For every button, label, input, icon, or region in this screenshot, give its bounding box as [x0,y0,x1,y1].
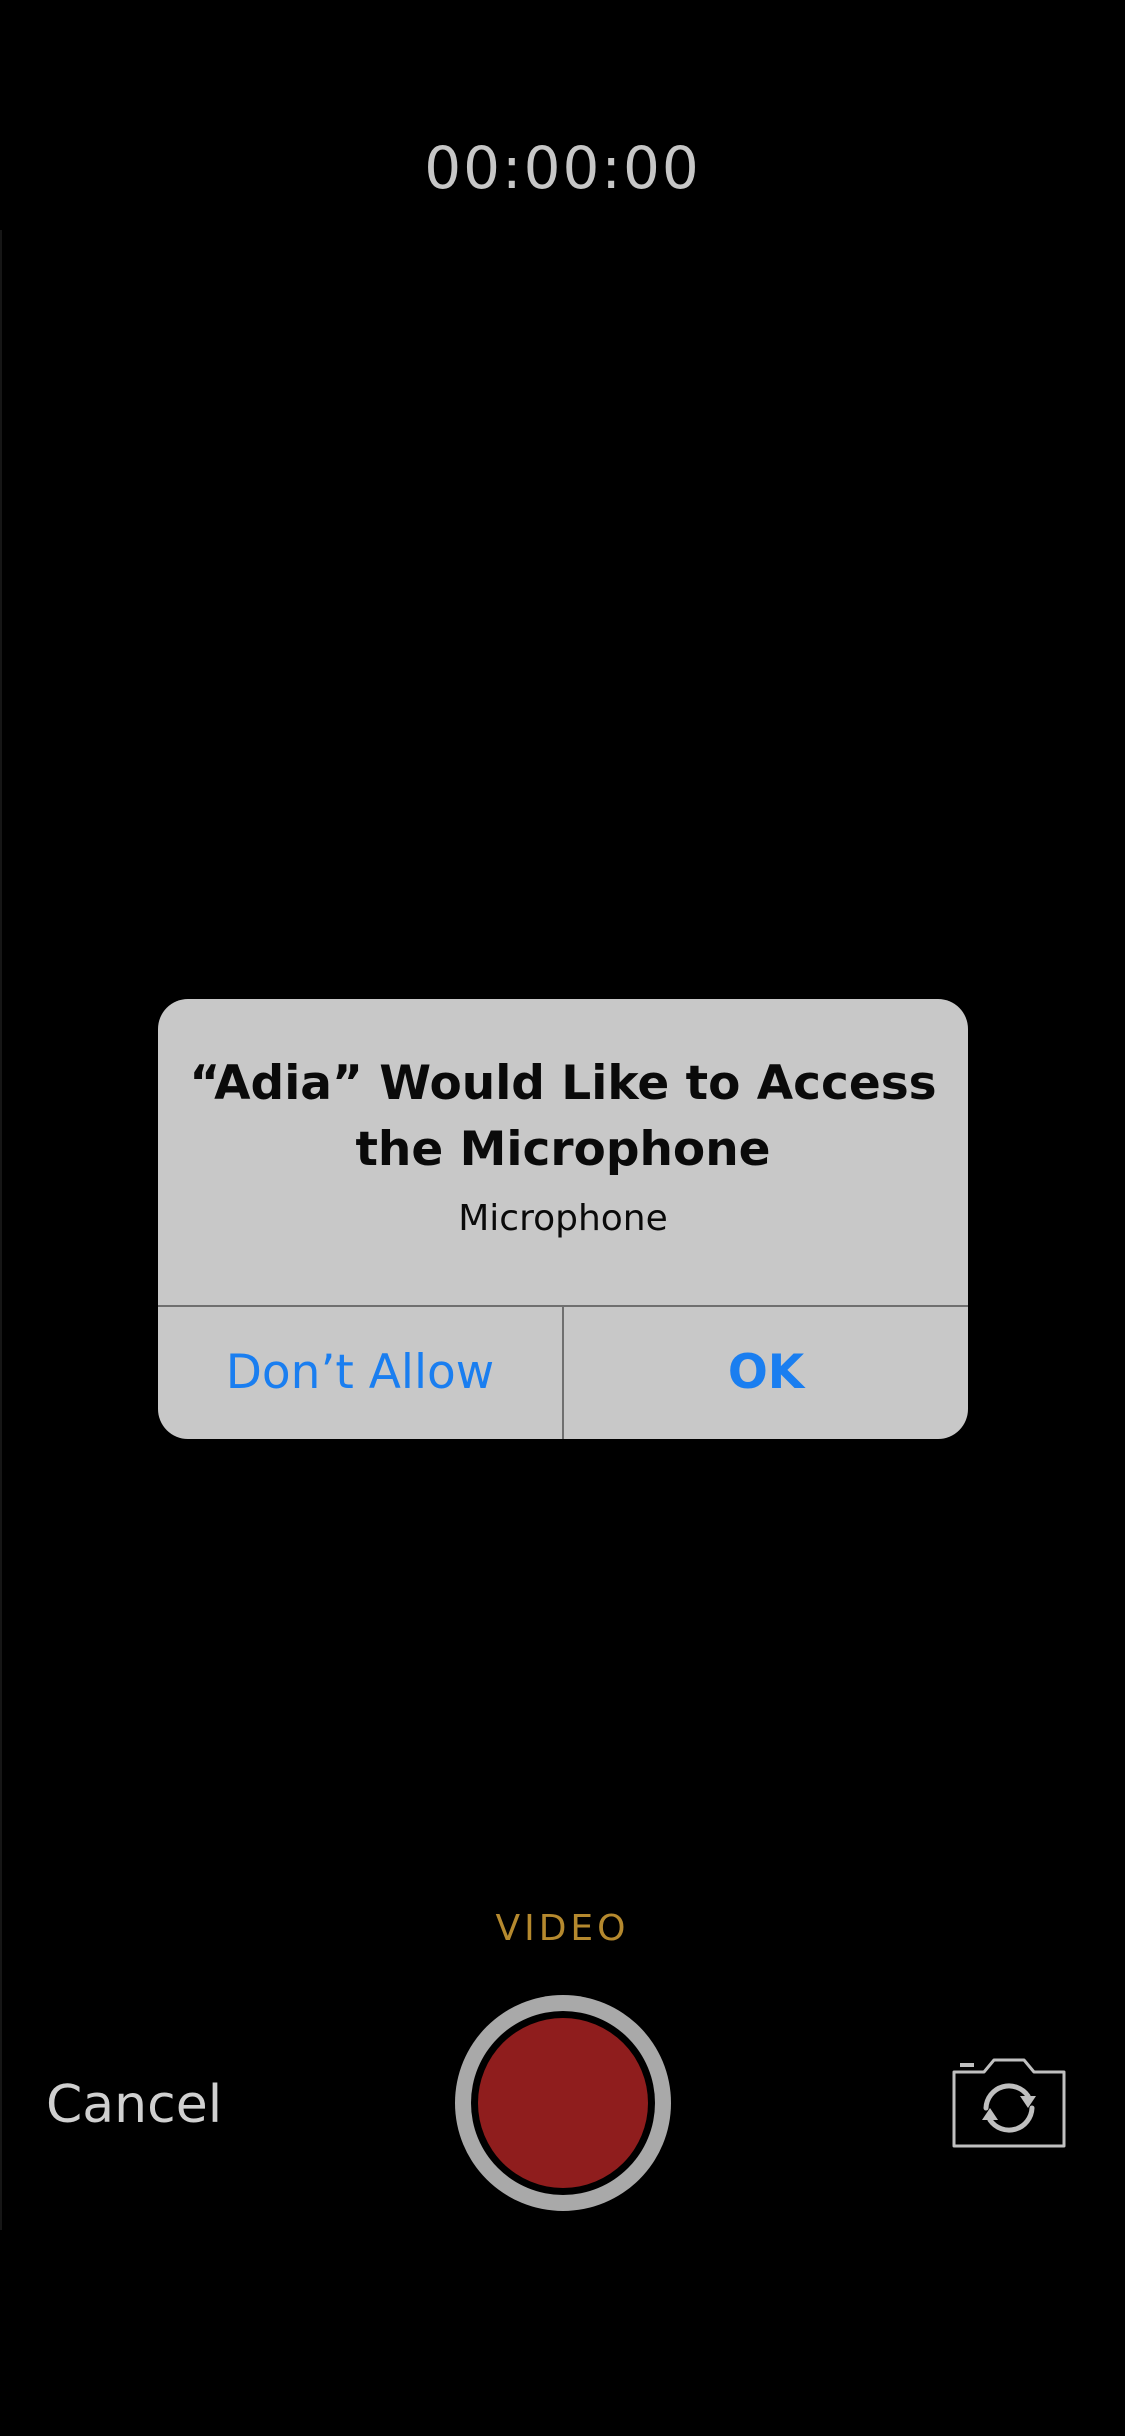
microphone-permission-alert: “Adia” Would Like to Access the Micropho… [158,999,968,1439]
recording-timer: 00:00:00 [424,134,701,202]
alert-title: “Adia” Would Like to Access the Micropho… [189,1056,937,1177]
record-button-ring [471,2011,655,2195]
dont-allow-button[interactable]: Don’t Allow [158,1307,562,1439]
cancel-button[interactable]: Cancel [46,2070,222,2140]
record-button-core [478,2018,648,2188]
alert-message: Microphone [458,1198,668,1239]
camera-mode-video[interactable]: VIDEO [0,1904,1125,1954]
camera-flip-icon[interactable] [950,2058,1068,2150]
ok-button[interactable]: OK [564,1307,968,1439]
record-button[interactable] [455,1995,671,2211]
